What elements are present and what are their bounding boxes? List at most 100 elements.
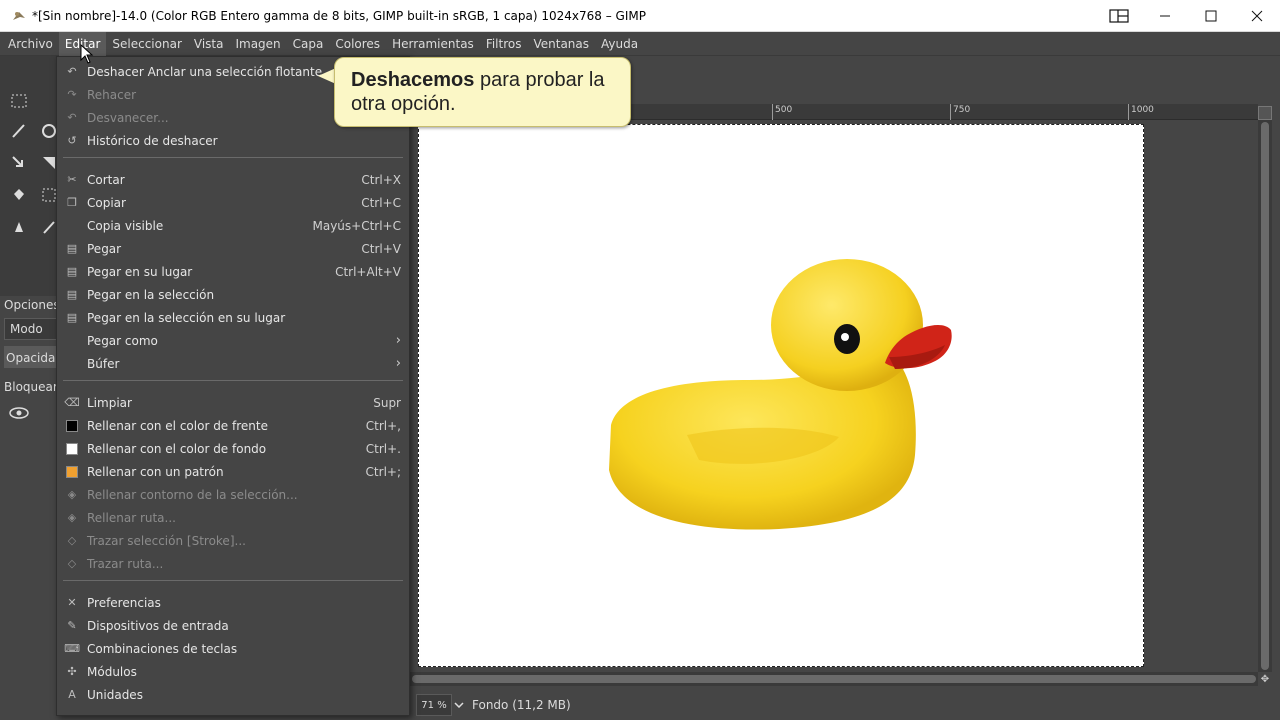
history-icon: ↺ <box>67 134 77 147</box>
navigate-icon[interactable]: ✥ <box>1258 672 1272 686</box>
rect-select-icon[interactable] <box>8 90 30 112</box>
menu-imagen[interactable]: Imagen <box>229 32 286 56</box>
tool-options-tab[interactable]: Opciones <box>4 298 60 312</box>
chevron-right-icon: › <box>395 356 401 371</box>
menu-item-fill-bg[interactable]: Rellenar con el color de fondo Ctrl+. <box>57 437 409 460</box>
menu-item-modules[interactable]: ✣ Módulos <box>57 660 409 683</box>
menu-item-fill-pattern[interactable]: Rellenar con un patrón Ctrl+; <box>57 460 409 483</box>
scissors-icon: ✂ <box>67 173 77 186</box>
menu-item-copy-visible[interactable]: Copia visible Mayús+Ctrl+C <box>57 214 409 237</box>
menu-seleccionar[interactable]: Seleccionar <box>106 32 187 56</box>
menu-item-label: Dispositivos de entrada <box>87 618 229 633</box>
menu-item-label: Pegar <box>87 241 122 256</box>
menu-item-fill-path[interactable]: ◈ Rellenar ruta... <box>57 506 409 529</box>
opacity-label: Opacidad <box>6 351 63 365</box>
menu-item-stroke-path[interactable]: ◇ Trazar ruta... <box>57 552 409 575</box>
ruler-tick: 750 <box>950 104 970 120</box>
menu-item-fill-selection[interactable]: ◈ Rellenar contorno de la selección... <box>57 483 409 506</box>
bucket-fill-icon[interactable] <box>8 184 30 206</box>
menu-item-label: Rehacer <box>87 87 137 102</box>
menu-item-label: Combinaciones de teclas <box>87 641 238 656</box>
menu-item-preferences[interactable]: ✕ Preferencias <box>57 591 409 614</box>
menu-vista[interactable]: Vista <box>188 32 230 56</box>
menu-item-cut[interactable]: ✂ Cortar Ctrl+X <box>57 168 409 191</box>
close-icon[interactable] <box>1234 0 1280 32</box>
paste-in-place-icon: ▤ <box>66 265 78 278</box>
menu-item-buffer[interactable]: Búfer › <box>57 352 409 375</box>
redo-icon: ↷ <box>67 88 77 101</box>
menu-item-label: Módulos <box>87 664 137 679</box>
menu-separator <box>63 580 403 581</box>
toolbox <box>0 56 60 296</box>
menu-item-label: Copia visible <box>87 218 164 233</box>
menu-archivo[interactable]: Archivo <box>2 32 59 56</box>
units-icon: A <box>68 688 76 701</box>
copy-icon: ❐ <box>67 196 77 209</box>
zoom-level[interactable]: 71 % <box>416 694 452 716</box>
mode-label: Modo <box>10 322 43 336</box>
ruler-tick: 1000 <box>1128 104 1154 120</box>
status-bar: 71 % Fondo (11,2 MB) <box>410 690 1280 720</box>
lock-label: Bloquear <box>4 380 58 394</box>
menu-item-paste-into[interactable]: ▤ Pegar en la selección <box>57 283 409 306</box>
fg-color-swatch <box>66 419 78 432</box>
bg-color-swatch <box>66 442 78 455</box>
menu-bar: Archivo Editar Seleccionar Vista Imagen … <box>0 31 1280 56</box>
menu-item-label: Trazar selección [Stroke]... <box>87 533 246 548</box>
zoom-dropdown-icon[interactable] <box>452 694 466 716</box>
menu-colores[interactable]: Colores <box>329 32 386 56</box>
menu-herramientas[interactable]: Herramientas <box>386 32 480 56</box>
menu-item-input-devices[interactable]: ✎ Dispositivos de entrada <box>57 614 409 637</box>
horizontal-scrollbar[interactable] <box>410 672 1258 686</box>
menu-capa[interactable]: Capa <box>287 32 330 56</box>
menu-item-shortcut: Ctrl+V <box>361 241 401 256</box>
menu-item-label: Unidades <box>87 687 143 702</box>
clone-icon[interactable] <box>8 216 30 238</box>
undo-icon: ↶ <box>67 65 77 78</box>
menu-item-copy[interactable]: ❐ Copiar Ctrl+C <box>57 191 409 214</box>
menu-item-keyboard-shortcuts[interactable]: ⌨ Combinaciones de teclas <box>57 637 409 660</box>
menu-item-shortcut: Supr <box>373 395 401 410</box>
menu-item-shortcut: Ctrl+. <box>365 441 401 456</box>
menu-item-label: Rellenar con el color de frente <box>87 418 268 433</box>
menu-item-label: Preferencias <box>87 595 161 610</box>
input-devices-icon: ✎ <box>67 619 77 632</box>
menu-item-shortcut: Ctrl+Alt+V <box>335 264 401 279</box>
menu-filtros[interactable]: Filtros <box>480 32 528 56</box>
zoom-toggle-icon[interactable] <box>1258 106 1272 120</box>
menu-separator <box>63 380 403 381</box>
menu-item-paste-in-place[interactable]: ▤ Pegar en su lugar Ctrl+Alt+V <box>57 260 409 283</box>
menu-ayuda[interactable]: Ayuda <box>595 32 644 56</box>
modules-icon: ✣ <box>67 665 77 678</box>
menu-item-paste[interactable]: ▤ Pegar Ctrl+V <box>57 237 409 260</box>
menu-item-units[interactable]: A Unidades <box>57 683 409 706</box>
menu-item-paste-into-in-place[interactable]: ▤ Pegar en la selección en su lugar <box>57 306 409 329</box>
menu-item-undo-history[interactable]: ↺ Histórico de deshacer <box>57 129 409 152</box>
menu-item-label: Rellenar contorno de la selección... <box>87 487 298 502</box>
image-canvas[interactable] <box>418 124 1144 667</box>
vertical-scrollbar[interactable] <box>1258 120 1272 672</box>
menu-ventanas[interactable]: Ventanas <box>527 32 595 56</box>
menu-item-stroke-selection[interactable]: ◇ Trazar selección [Stroke]... <box>57 529 409 552</box>
menu-item-shortcut: Mayús+Ctrl+C <box>312 218 401 233</box>
menu-item-label: Desvanecer... <box>87 110 169 125</box>
menu-item-fill-fg[interactable]: Rellenar con el color de frente Ctrl+, <box>57 414 409 437</box>
menu-item-label: Histórico de deshacer <box>87 133 218 148</box>
maximize-icon[interactable] <box>1188 0 1234 32</box>
paintbrush-icon[interactable] <box>8 120 30 142</box>
snap-layout-icon[interactable] <box>1096 0 1142 32</box>
ruler-tick: 500 <box>772 104 792 120</box>
eye-icon[interactable] <box>8 406 30 423</box>
move-icon[interactable] <box>8 152 30 174</box>
tutorial-callout: Deshacemos para probar la otra opción. <box>334 57 631 127</box>
rubber-duck-image <box>609 259 952 530</box>
callout-bold: Deshacemos <box>351 69 475 91</box>
menu-item-paste-as[interactable]: Pegar como › <box>57 329 409 352</box>
menu-item-label: Limpiar <box>87 395 132 410</box>
menu-item-shortcut: Ctrl+X <box>361 172 401 187</box>
menu-item-label: Pegar en su lugar <box>87 264 193 279</box>
minimize-icon[interactable] <box>1142 0 1188 32</box>
menu-item-clear[interactable]: ⌫ Limpiar Supr <box>57 391 409 414</box>
fade-icon: ↶ <box>67 111 77 124</box>
stroke-path-icon: ◇ <box>67 557 77 570</box>
